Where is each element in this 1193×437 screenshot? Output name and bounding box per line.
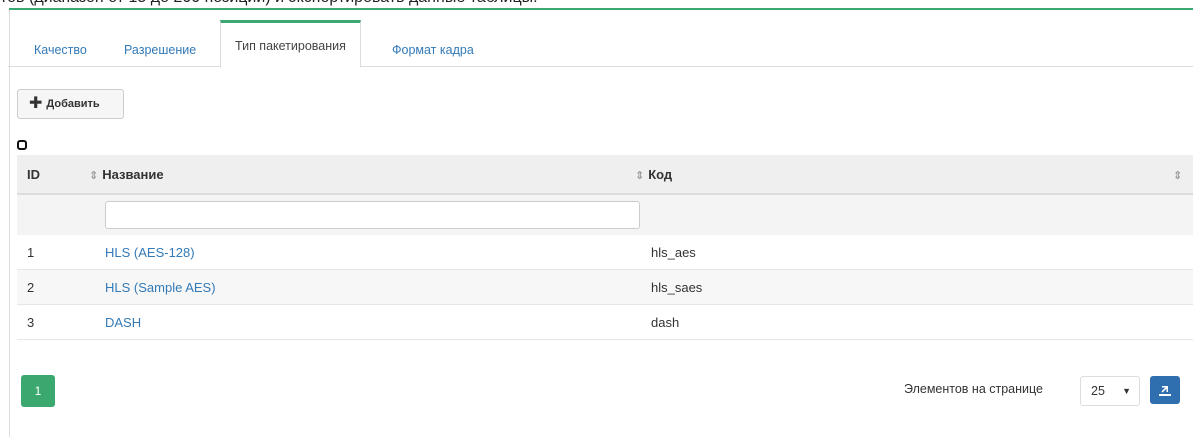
per-page-value: 25 [1091, 384, 1105, 398]
table-header: ID ⇕ Название ⇕ Код ⇕ [17, 155, 1193, 195]
filter-row [17, 195, 1193, 235]
row-name-link[interactable]: DASH [105, 305, 141, 340]
column-header-code[interactable]: ⇕ Код [635, 155, 672, 195]
table-row: 1 HLS (AES-128) hls_aes [17, 235, 1193, 270]
tab-quality[interactable]: Качество [34, 32, 87, 68]
sort-icon: ⇕ [89, 170, 99, 182]
export-button[interactable] [1150, 376, 1180, 404]
tab-bar: Качество Разрешение Тип пакетирования Фо… [8, 10, 1193, 68]
table-row: 3 DASH dash [17, 305, 1193, 340]
tab-frame-format[interactable]: Формат кадра [392, 32, 474, 68]
tab-resolution[interactable]: Разрешение [124, 32, 196, 68]
sort-icon[interactable]: ⇕ [1173, 155, 1186, 195]
row-code: hls_saes [651, 280, 703, 295]
caret-down-icon: ▼ [1122, 386, 1131, 396]
row-id: 1 [27, 245, 35, 260]
intro-text: тов (диапазон от 15 до 200 позиций) и эк… [0, 0, 538, 8]
add-button[interactable]: ✚ Добавить [17, 89, 124, 119]
export-icon [1159, 386, 1171, 396]
add-button-label: Добавить [46, 98, 100, 110]
column-header-id[interactable]: ID [27, 155, 40, 195]
table-row: 2 HLS (Sample AES) hls_saes [17, 270, 1193, 305]
row-id: 3 [27, 315, 35, 330]
row-code: dash [651, 315, 680, 330]
per-page-select[interactable]: 25 ▼ [1080, 376, 1140, 406]
sort-icon: ⇕ [635, 170, 645, 182]
row-name-link[interactable]: HLS (AES-128) [105, 235, 195, 270]
per-page-label: Элементов на странице [904, 382, 1043, 396]
row-code: hls_aes [651, 245, 696, 260]
row-id: 2 [27, 280, 35, 295]
tab-packaging-type[interactable]: Тип пакетирования [220, 20, 361, 68]
name-filter-input[interactable] [105, 201, 640, 229]
plus-icon: ✚ [29, 95, 43, 112]
pagination-page-button[interactable]: 1 [21, 375, 55, 407]
select-all-checkbox[interactable] [17, 140, 27, 150]
row-name-link[interactable]: HLS (Sample AES) [105, 270, 216, 305]
column-header-name[interactable]: ⇕ Название [89, 155, 164, 195]
